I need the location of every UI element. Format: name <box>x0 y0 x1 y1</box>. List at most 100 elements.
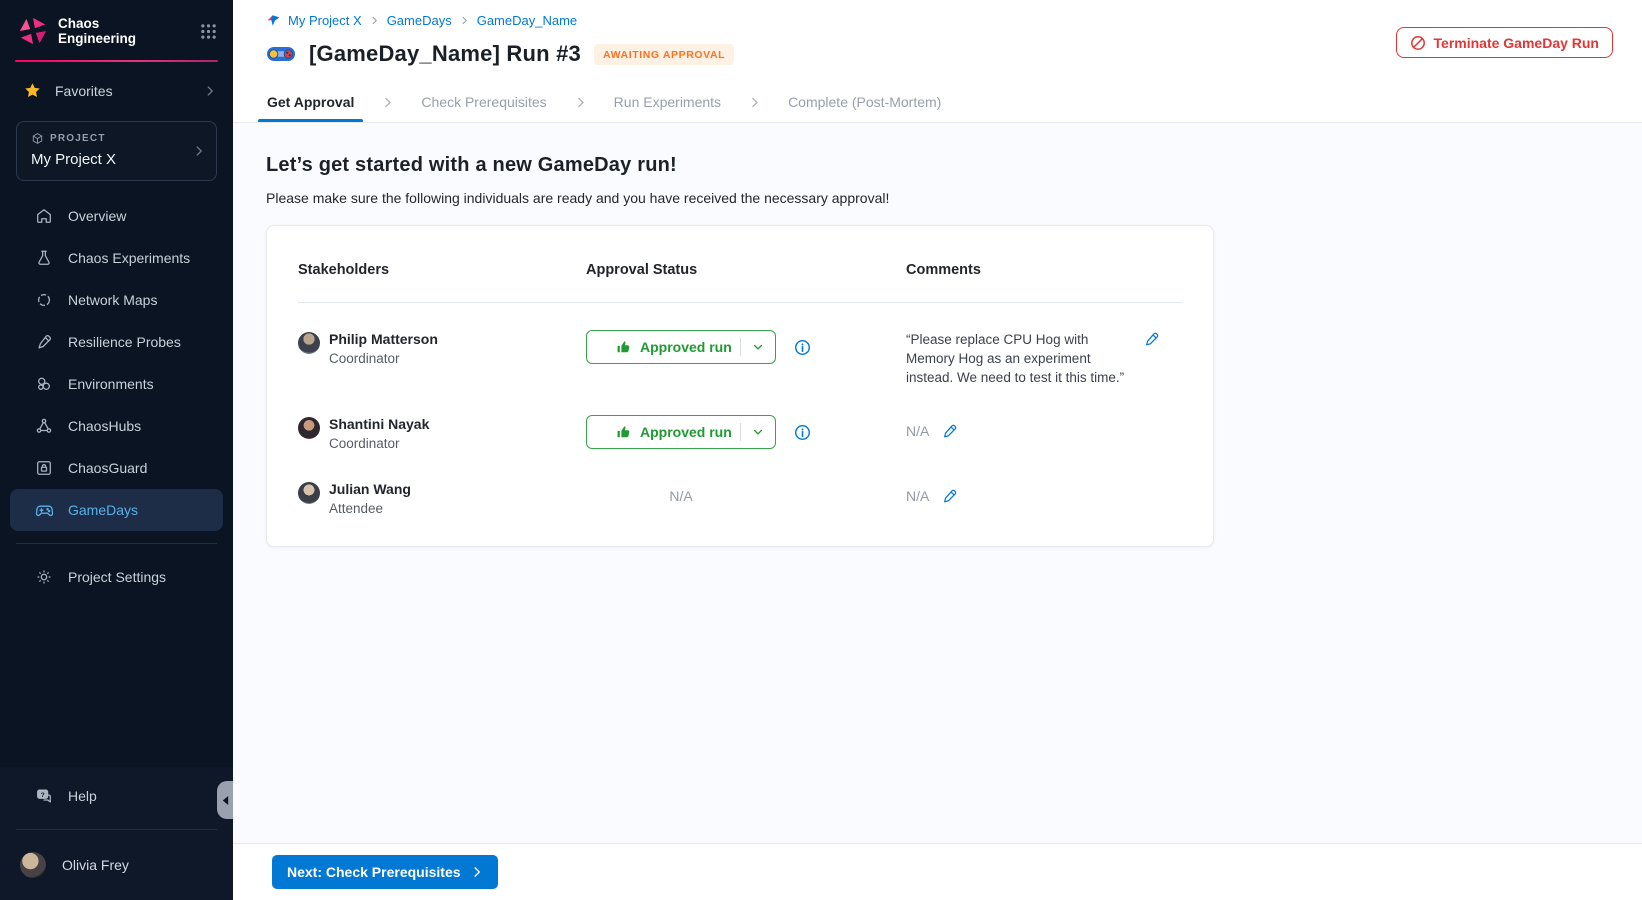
sidebar-nav: Overview Chaos Experiments Network Maps … <box>0 195 233 598</box>
stakeholder-name: Julian Wang <box>329 480 411 498</box>
content-area: Let’s get started with a new GameDay run… <box>233 123 1642 843</box>
breadcrumb-link-gameday-name[interactable]: GameDay_Name <box>477 13 577 28</box>
step-label: Check Prerequisites <box>421 94 546 110</box>
sidebar-item-chaos-experiments[interactable]: Chaos Experiments <box>10 237 223 279</box>
step-complete-post-mortem[interactable]: Complete (Post-Mortem) <box>788 82 941 122</box>
terminate-label: Terminate GameDay Run <box>1434 35 1599 51</box>
step-run-experiments[interactable]: Run Experiments <box>614 82 721 122</box>
sidebar-item-label: Network Maps <box>68 292 157 308</box>
column-stakeholders: Stakeholders <box>298 262 586 278</box>
ban-icon <box>1410 35 1426 51</box>
sidebar-favorites[interactable]: Favorites <box>0 62 233 109</box>
avatar <box>298 332 320 354</box>
chaosguard-lock-icon <box>34 459 54 477</box>
breadcrumb: My Project X GameDays GameDay_Name <box>233 0 1642 28</box>
info-icon[interactable] <box>794 424 811 441</box>
breadcrumb-link-project[interactable]: My Project X <box>288 13 362 28</box>
approval-cell: Approved run <box>586 415 906 449</box>
help-chat-icon: ? <box>34 787 54 805</box>
thumbs-up-icon <box>615 424 631 440</box>
gear-icon <box>34 568 54 586</box>
stakeholder-name: Shantini Nayak <box>329 415 429 433</box>
sidebar-item-chaosguard[interactable]: ChaosGuard <box>10 447 223 489</box>
column-approval-status: Approval Status <box>586 262 906 278</box>
sidebar: Chaos Engineering Favorites <box>0 0 233 900</box>
comment-cell: “Please replace CPU Hog with Memory Hog … <box>906 330 1183 387</box>
breadcrumb-link-gamedays[interactable]: GameDays <box>387 13 452 28</box>
stakeholder-role: Coordinator <box>329 436 429 451</box>
star-icon <box>24 82 41 99</box>
table-header: Stakeholders Approval Status Comments <box>298 262 1183 278</box>
avatar <box>20 852 46 878</box>
table-row: Philip Matterson Coordinator Approved ru… <box>298 330 1183 387</box>
sidebar-item-label: ChaosHubs <box>68 418 141 434</box>
column-comments: Comments <box>906 262 1183 278</box>
chevron-right-icon <box>192 144 206 158</box>
chaos-logo-icon <box>18 16 48 46</box>
content-heading: Let’s get started with a new GameDay run… <box>233 123 1642 177</box>
comment-text: N/A <box>906 488 929 504</box>
edit-pencil-icon[interactable] <box>942 488 958 504</box>
thumbs-up-icon <box>615 339 631 355</box>
content-subheading: Please make sure the following individua… <box>233 177 1642 206</box>
sidebar-collapse-handle[interactable] <box>217 781 233 819</box>
sidebar-item-project-settings[interactable]: Project Settings <box>10 556 223 598</box>
approval-cell: N/A <box>586 480 906 504</box>
project-selector[interactable]: PROJECT My Project X <box>16 121 217 181</box>
project-label: PROJECT <box>50 133 106 144</box>
stakeholder-cell: Shantini Nayak Coordinator <box>298 415 586 451</box>
probe-icon <box>34 333 54 351</box>
breadcrumb-module-icon <box>266 13 281 28</box>
chevron-right-icon <box>471 866 483 878</box>
svg-text:?: ? <box>41 792 45 799</box>
step-check-prerequisites[interactable]: Check Prerequisites <box>421 82 546 122</box>
approval-status-dropdown[interactable]: Approved run <box>586 330 776 364</box>
table-header-divider <box>298 302 1183 303</box>
user-name: Olivia Frey <box>62 857 129 873</box>
page-header: My Project X GameDays GameDay_Name [Ga <box>233 0 1642 123</box>
sidebar-item-label: ChaosGuard <box>68 460 147 476</box>
sidebar-item-overview[interactable]: Overview <box>10 195 223 237</box>
sidebar-item-gamedays[interactable]: GameDays <box>10 489 223 531</box>
chevron-right-icon <box>381 96 394 109</box>
collapse-chevron-icon <box>221 795 230 806</box>
sidebar-item-environments[interactable]: Environments <box>10 363 223 405</box>
sidebar-bottom: ? Help Olivia Frey <box>0 767 233 900</box>
page-footer: Next: Check Prerequisites <box>233 843 1642 900</box>
next-check-prerequisites-button[interactable]: Next: Check Prerequisites <box>272 855 498 889</box>
comment-text: N/A <box>906 423 929 439</box>
stakeholder-cell: Philip Matterson Coordinator <box>298 330 586 366</box>
sidebar-item-network-maps[interactable]: Network Maps <box>10 279 223 321</box>
bottom-divider <box>16 829 217 830</box>
step-get-approval[interactable]: Get Approval <box>267 82 354 122</box>
edit-pencil-icon[interactable] <box>1144 331 1160 347</box>
sidebar-item-help[interactable]: ? Help <box>10 775 223 817</box>
user-menu[interactable]: Olivia Frey <box>0 842 233 890</box>
terminate-gameday-button[interactable]: Terminate GameDay Run <box>1396 27 1613 58</box>
edit-pencil-icon[interactable] <box>942 423 958 439</box>
page-title: [GameDay_Name] Run #3 <box>309 41 581 67</box>
environments-icon <box>34 375 54 393</box>
main-area: My Project X GameDays GameDay_Name [Ga <box>233 0 1642 900</box>
approval-status-dropdown[interactable]: Approved run <box>586 415 776 449</box>
avatar <box>298 417 320 439</box>
approval-status-value: Approved run <box>640 339 740 355</box>
stepper: Get Approval Check Prerequisites Run Exp… <box>233 82 1642 123</box>
chaoshubs-icon <box>34 417 54 435</box>
status-badge: AWAITING APPROVAL <box>594 44 734 65</box>
sidebar-item-chaoshubs[interactable]: ChaosHubs <box>10 405 223 447</box>
gameday-gamepad-icon <box>266 43 296 65</box>
step-label: Complete (Post-Mortem) <box>788 94 941 110</box>
approval-status-value: Approved run <box>640 424 740 440</box>
help-label: Help <box>68 788 97 804</box>
comment-cell: N/A <box>906 480 1183 504</box>
chevron-down-icon <box>741 426 775 438</box>
table-row: Shantini Nayak Coordinator Approved run <box>298 415 1183 451</box>
stakeholder-name: Philip Matterson <box>329 330 438 348</box>
module-grid-icon[interactable] <box>200 23 217 40</box>
info-icon[interactable] <box>794 339 811 356</box>
comment-cell: N/A <box>906 415 1183 439</box>
sidebar-item-resilience-probes[interactable]: Resilience Probes <box>10 321 223 363</box>
project-name: My Project X <box>31 151 204 168</box>
active-step-underline <box>258 119 363 122</box>
